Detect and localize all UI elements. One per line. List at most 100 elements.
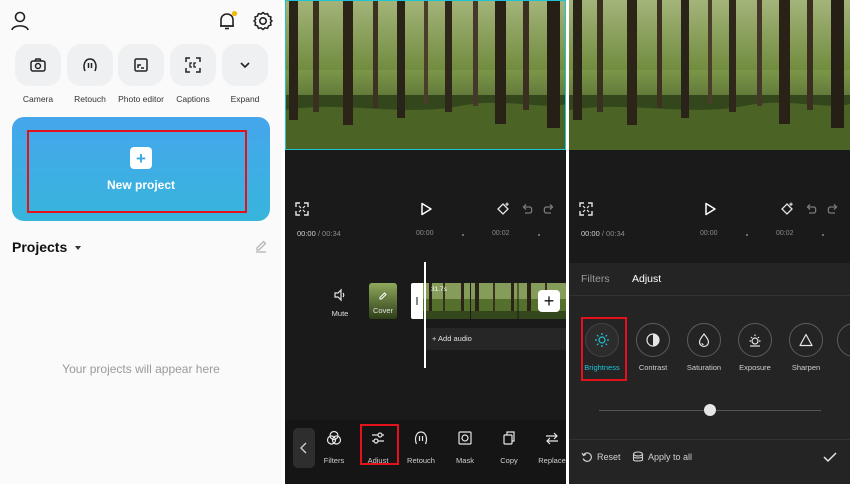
timeline-tick-label: 00:02 bbox=[492, 230, 510, 237]
edit-pencil-icon[interactable] bbox=[254, 239, 268, 253]
saturation-icon bbox=[698, 333, 710, 348]
play-icon[interactable] bbox=[703, 202, 717, 216]
tool-retouch[interactable]: Retouch bbox=[401, 430, 441, 465]
keyframe-icon[interactable] bbox=[496, 202, 510, 216]
tool-label: Replace bbox=[538, 456, 566, 465]
apply-to-all-button[interactable]: Apply to all bbox=[632, 451, 692, 463]
reset-icon bbox=[581, 452, 592, 462]
adjust-item-exposure[interactable]: Exposure bbox=[734, 323, 776, 372]
sharpen-icon bbox=[799, 333, 813, 347]
highlight-box-adjust bbox=[360, 424, 399, 465]
chevron-left-icon bbox=[300, 442, 307, 454]
mute-label: Mute bbox=[331, 309, 349, 318]
quick-action-photo-editor[interactable]: Photo editor bbox=[117, 44, 165, 104]
tool-filters[interactable]: Filters bbox=[314, 430, 354, 465]
filters-icon bbox=[326, 430, 342, 445]
tab-filters[interactable]: Filters bbox=[581, 273, 610, 285]
profile-icon[interactable] bbox=[9, 10, 31, 32]
timeline-tick-dot bbox=[746, 234, 748, 236]
mask-icon bbox=[458, 431, 472, 445]
redo-icon[interactable] bbox=[826, 202, 840, 216]
current-time: 00:00 bbox=[297, 229, 316, 238]
quick-action-expand[interactable]: Expand bbox=[221, 44, 269, 104]
adjust-item-label: Sharpen bbox=[791, 363, 821, 372]
total-time: / 00:34 bbox=[317, 229, 341, 238]
pencil-icon bbox=[379, 292, 387, 300]
adjust-slider-knob[interactable] bbox=[704, 404, 716, 416]
notification-bell-icon[interactable] bbox=[216, 10, 238, 32]
timeline-tick-label: 00:00 bbox=[416, 230, 434, 237]
notification-dot bbox=[231, 10, 238, 17]
undo-icon[interactable] bbox=[804, 202, 818, 216]
exposure-icon bbox=[749, 334, 761, 347]
cover-label: Cover bbox=[372, 306, 393, 315]
adjust-item-saturation[interactable]: Saturation bbox=[683, 323, 725, 372]
video-preview[interactable] bbox=[569, 0, 850, 150]
retouch-icon bbox=[414, 431, 428, 445]
reset-button[interactable]: Reset bbox=[581, 451, 621, 463]
contrast-icon bbox=[646, 333, 660, 347]
timeline-tick-label: 00:00 bbox=[700, 230, 718, 237]
total-time: / 00:34 bbox=[601, 229, 625, 238]
timeline-tick-dot bbox=[822, 234, 824, 236]
adjust-item-more[interactable] bbox=[837, 323, 850, 357]
settings-gear-icon[interactable] bbox=[252, 10, 274, 32]
clip-duration: 31.7s bbox=[431, 286, 447, 293]
quick-action-camera[interactable]: Camera bbox=[14, 44, 62, 104]
footer-divider bbox=[569, 439, 850, 440]
projects-heading[interactable]: Projects bbox=[12, 239, 82, 255]
apply-to-all-label: Apply to all bbox=[648, 452, 693, 462]
editor-screen: 00:00 / 00:34 00:00 00:02 Mute Cover 31.… bbox=[285, 0, 566, 484]
adjust-item-sharpen[interactable]: Sharpen bbox=[785, 323, 827, 372]
play-icon[interactable] bbox=[419, 202, 433, 216]
camera-icon bbox=[30, 58, 46, 72]
add-audio-label: + Add audio bbox=[432, 334, 472, 343]
timeline-tick-dot bbox=[462, 234, 464, 236]
fullscreen-icon[interactable] bbox=[579, 202, 593, 216]
time-readout: 00:00 / 00:34 bbox=[297, 229, 341, 238]
cover-thumbnail[interactable]: Cover bbox=[369, 283, 397, 319]
tool-copy[interactable]: Copy bbox=[489, 430, 529, 465]
speaker-icon bbox=[334, 288, 345, 302]
adjust-item-label: Contrast bbox=[638, 363, 668, 372]
home-screen: Camera Retouch Photo editor Captions Exp… bbox=[0, 0, 282, 484]
quick-action-captions[interactable]: Captions bbox=[169, 44, 217, 104]
clip-trim-handle[interactable] bbox=[411, 283, 423, 319]
tab-adjust[interactable]: Adjust bbox=[632, 273, 661, 285]
keyframe-icon[interactable] bbox=[780, 202, 794, 216]
adjust-item-label: Exposure bbox=[739, 363, 771, 372]
highlight-box-brightness bbox=[581, 317, 627, 381]
retouch-icon bbox=[83, 58, 97, 72]
playhead[interactable] bbox=[424, 262, 426, 368]
mute-toggle[interactable]: Mute bbox=[329, 288, 351, 318]
dropdown-caret-icon bbox=[75, 246, 82, 251]
redo-icon[interactable] bbox=[542, 202, 556, 216]
tool-replace[interactable]: Replace bbox=[532, 430, 566, 465]
tab-divider bbox=[569, 295, 850, 296]
layers-icon bbox=[632, 451, 644, 462]
timeline-tick-label: 00:02 bbox=[776, 230, 794, 237]
fullscreen-icon[interactable] bbox=[295, 202, 309, 216]
timeline-tick-dot bbox=[538, 234, 540, 236]
current-time: 00:00 bbox=[581, 229, 600, 238]
photo-editor-icon bbox=[134, 58, 148, 72]
confirm-check-icon[interactable] bbox=[822, 450, 838, 464]
video-preview[interactable] bbox=[285, 0, 566, 150]
projects-title-text: Projects bbox=[12, 239, 68, 255]
tool-mask[interactable]: Mask bbox=[445, 430, 485, 465]
add-audio-track[interactable]: + Add audio bbox=[425, 328, 566, 350]
time-readout: 00:00 / 00:34 bbox=[581, 229, 625, 238]
undo-icon[interactable] bbox=[520, 202, 534, 216]
adjust-screen: 00:00 / 00:34 00:00 00:02 Filters Adjust… bbox=[569, 0, 850, 484]
empty-projects-message: Your projects will appear here bbox=[62, 362, 220, 376]
chevron-down-icon bbox=[240, 62, 250, 69]
captions-icon bbox=[185, 57, 201, 73]
reset-label: Reset bbox=[597, 452, 621, 462]
replace-icon bbox=[546, 432, 558, 445]
add-clip-button[interactable]: + bbox=[538, 290, 560, 312]
highlight-box-new-project bbox=[27, 130, 247, 213]
adjust-item-contrast[interactable]: Contrast bbox=[632, 323, 674, 372]
copy-icon bbox=[503, 431, 515, 445]
quick-action-label: Expand bbox=[230, 94, 260, 104]
adjust-item-label: Saturation bbox=[686, 363, 722, 372]
